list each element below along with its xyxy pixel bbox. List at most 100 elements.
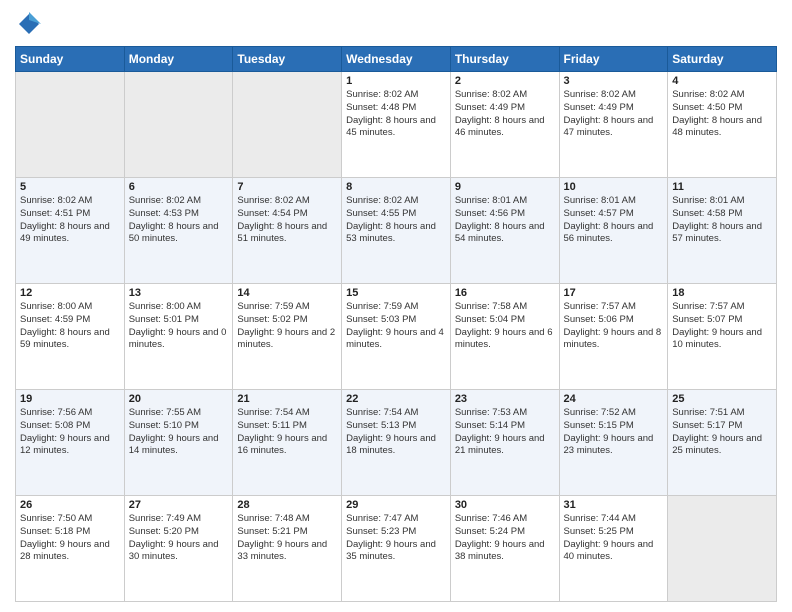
day-cell: 3Sunrise: 8:02 AM Sunset: 4:49 PM Daylig… <box>559 72 668 178</box>
week-row-5: 26 Sunrise: 7:50 AM Sunset: 5:18 PM Dayli… <box>16 496 777 602</box>
day-number: 17 <box>564 287 664 299</box>
day-info: Sunrise: 8:01 AM Sunset: 4:57 PM Dayligh… <box>564 195 664 246</box>
day-cell: 27Sunrise: 7:49 AM Sunset: 5:20 PM Dayli… <box>124 496 233 602</box>
header-row: SundayMondayTuesdayWednesdayThursdayFrid… <box>16 47 777 72</box>
col-header-friday: Friday <box>559 47 668 72</box>
day-info: Sunrise: 7:59 AM Sunset: 5:02 PM Dayligh… <box>237 301 337 352</box>
day-number: 15 <box>346 287 446 299</box>
col-header-thursday: Thursday <box>450 47 559 72</box>
calendar-container: SundayMondayTuesdayWednesdayThursdayFrid… <box>0 0 792 612</box>
day-number: 9 <box>455 181 555 193</box>
day-number: 13 <box>129 287 229 299</box>
day-number: 4 <box>672 75 772 87</box>
header <box>15 10 777 38</box>
day-cell: 11Sunrise: 8:01 AM Sunset: 4:58 PM Dayli… <box>668 178 777 284</box>
day-cell: 19 Sunrise: 7:56 AM Sunset: 5:08 PM Dayli… <box>16 390 125 496</box>
day-info: Sunrise: 7:52 AM Sunset: 5:15 PM Dayligh… <box>564 407 664 458</box>
day-cell: 12Sunrise: 8:00 AM Sunset: 4:59 PM Dayli… <box>16 284 125 390</box>
week-row-1: 1 Sunrise: 8:02 AM Sunset: 4:48 PM Daylig… <box>16 72 777 178</box>
week-row-3: 12Sunrise: 8:00 AM Sunset: 4:59 PM Dayli… <box>16 284 777 390</box>
day-cell: 18 Sunrise: 7:57 AM Sunset: 5:07 PM Dayli… <box>668 284 777 390</box>
calendar-table: SundayMondayTuesdayWednesdayThursdayFrid… <box>15 46 777 602</box>
day-info: Sunrise: 8:02 AM Sunset: 4:49 PM Dayligh… <box>455 89 555 140</box>
day-info: Sunrise: 8:02 AM Sunset: 4:50 PM Dayligh… <box>672 89 772 140</box>
day-info: Sunrise: 7:57 AM Sunset: 5:06 PM Dayligh… <box>564 301 664 352</box>
day-info: Sunrise: 7:54 AM Sunset: 5:13 PM Dayligh… <box>346 407 446 458</box>
day-cell: 29 Sunrise: 7:47 AM Sunset: 5:23 PM Dayli… <box>342 496 451 602</box>
day-info: Sunrise: 7:47 AM Sunset: 5:23 PM Dayligh… <box>346 513 446 564</box>
col-header-tuesday: Tuesday <box>233 47 342 72</box>
day-number: 26 <box>20 499 120 511</box>
day-number: 18 <box>672 287 772 299</box>
day-info: Sunrise: 7:53 AM Sunset: 5:14 PM Dayligh… <box>455 407 555 458</box>
day-cell: 7 Sunrise: 8:02 AM Sunset: 4:54 PM Daylig… <box>233 178 342 284</box>
day-cell: 1 Sunrise: 8:02 AM Sunset: 4:48 PM Daylig… <box>342 72 451 178</box>
day-info: Sunrise: 8:02 AM Sunset: 4:51 PM Dayligh… <box>20 195 120 246</box>
day-info: Sunrise: 8:01 AM Sunset: 4:56 PM Dayligh… <box>455 195 555 246</box>
day-info: Sunrise: 7:49 AM Sunset: 5:20 PM Dayligh… <box>129 513 229 564</box>
day-info: Sunrise: 7:51 AM Sunset: 5:17 PM Dayligh… <box>672 407 772 458</box>
day-cell: 31Sunrise: 7:44 AM Sunset: 5:25 PM Dayli… <box>559 496 668 602</box>
day-cell: 15 Sunrise: 7:59 AM Sunset: 5:03 PM Dayli… <box>342 284 451 390</box>
day-number: 29 <box>346 499 446 511</box>
day-cell: 10 Sunrise: 8:01 AM Sunset: 4:57 PM Dayli… <box>559 178 668 284</box>
col-header-sunday: Sunday <box>16 47 125 72</box>
day-cell: 6Sunrise: 8:02 AM Sunset: 4:53 PM Daylig… <box>124 178 233 284</box>
day-cell: 24Sunrise: 7:52 AM Sunset: 5:15 PM Dayli… <box>559 390 668 496</box>
day-info: Sunrise: 8:02 AM Sunset: 4:48 PM Dayligh… <box>346 89 446 140</box>
day-cell <box>233 72 342 178</box>
day-info: Sunrise: 7:46 AM Sunset: 5:24 PM Dayligh… <box>455 513 555 564</box>
day-cell: 13 Sunrise: 8:00 AM Sunset: 5:01 PM Dayli… <box>124 284 233 390</box>
day-info: Sunrise: 7:50 AM Sunset: 5:18 PM Dayligh… <box>20 513 120 564</box>
day-number: 30 <box>455 499 555 511</box>
day-cell <box>668 496 777 602</box>
col-header-wednesday: Wednesday <box>342 47 451 72</box>
day-info: Sunrise: 8:02 AM Sunset: 4:54 PM Dayligh… <box>237 195 337 246</box>
day-info: Sunrise: 7:57 AM Sunset: 5:07 PM Dayligh… <box>672 301 772 352</box>
day-cell: 4 Sunrise: 8:02 AM Sunset: 4:50 PM Daylig… <box>668 72 777 178</box>
day-number: 8 <box>346 181 446 193</box>
logo <box>15 10 47 38</box>
day-number: 23 <box>455 393 555 405</box>
col-header-saturday: Saturday <box>668 47 777 72</box>
day-info: Sunrise: 7:56 AM Sunset: 5:08 PM Dayligh… <box>20 407 120 458</box>
day-number: 5 <box>20 181 120 193</box>
day-number: 12 <box>20 287 120 299</box>
day-cell: 5 Sunrise: 8:02 AM Sunset: 4:51 PM Daylig… <box>16 178 125 284</box>
day-info: Sunrise: 7:59 AM Sunset: 5:03 PM Dayligh… <box>346 301 446 352</box>
day-cell: 20 Sunrise: 7:55 AM Sunset: 5:10 PM Dayli… <box>124 390 233 496</box>
day-number: 1 <box>346 75 446 87</box>
day-cell: 21Sunrise: 7:54 AM Sunset: 5:11 PM Dayli… <box>233 390 342 496</box>
logo-icon <box>15 10 43 38</box>
day-info: Sunrise: 7:48 AM Sunset: 5:21 PM Dayligh… <box>237 513 337 564</box>
week-row-2: 5 Sunrise: 8:02 AM Sunset: 4:51 PM Daylig… <box>16 178 777 284</box>
day-cell: 23 Sunrise: 7:53 AM Sunset: 5:14 PM Dayli… <box>450 390 559 496</box>
day-cell: 22 Sunrise: 7:54 AM Sunset: 5:13 PM Dayli… <box>342 390 451 496</box>
day-info: Sunrise: 8:02 AM Sunset: 4:53 PM Dayligh… <box>129 195 229 246</box>
day-number: 19 <box>20 393 120 405</box>
week-row-4: 19 Sunrise: 7:56 AM Sunset: 5:08 PM Dayli… <box>16 390 777 496</box>
day-info: Sunrise: 7:58 AM Sunset: 5:04 PM Dayligh… <box>455 301 555 352</box>
day-cell: 25Sunrise: 7:51 AM Sunset: 5:17 PM Dayli… <box>668 390 777 496</box>
day-number: 2 <box>455 75 555 87</box>
day-info: Sunrise: 8:02 AM Sunset: 4:55 PM Dayligh… <box>346 195 446 246</box>
day-cell: 9 Sunrise: 8:01 AM Sunset: 4:56 PM Daylig… <box>450 178 559 284</box>
day-info: Sunrise: 8:02 AM Sunset: 4:49 PM Dayligh… <box>564 89 664 140</box>
day-number: 28 <box>237 499 337 511</box>
col-header-monday: Monday <box>124 47 233 72</box>
day-cell: 26 Sunrise: 7:50 AM Sunset: 5:18 PM Dayli… <box>16 496 125 602</box>
day-number: 22 <box>346 393 446 405</box>
day-number: 10 <box>564 181 664 193</box>
day-number: 14 <box>237 287 337 299</box>
day-cell: 14 Sunrise: 7:59 AM Sunset: 5:02 PM Dayli… <box>233 284 342 390</box>
day-info: Sunrise: 7:55 AM Sunset: 5:10 PM Dayligh… <box>129 407 229 458</box>
day-info: Sunrise: 8:00 AM Sunset: 5:01 PM Dayligh… <box>129 301 229 352</box>
day-number: 7 <box>237 181 337 193</box>
day-number: 20 <box>129 393 229 405</box>
day-info: Sunrise: 7:54 AM Sunset: 5:11 PM Dayligh… <box>237 407 337 458</box>
day-cell: 28 Sunrise: 7:48 AM Sunset: 5:21 PM Dayli… <box>233 496 342 602</box>
day-cell <box>124 72 233 178</box>
day-cell: 17 Sunrise: 7:57 AM Sunset: 5:06 PM Dayli… <box>559 284 668 390</box>
day-number: 16 <box>455 287 555 299</box>
calendar-header: SundayMondayTuesdayWednesdayThursdayFrid… <box>16 47 777 72</box>
